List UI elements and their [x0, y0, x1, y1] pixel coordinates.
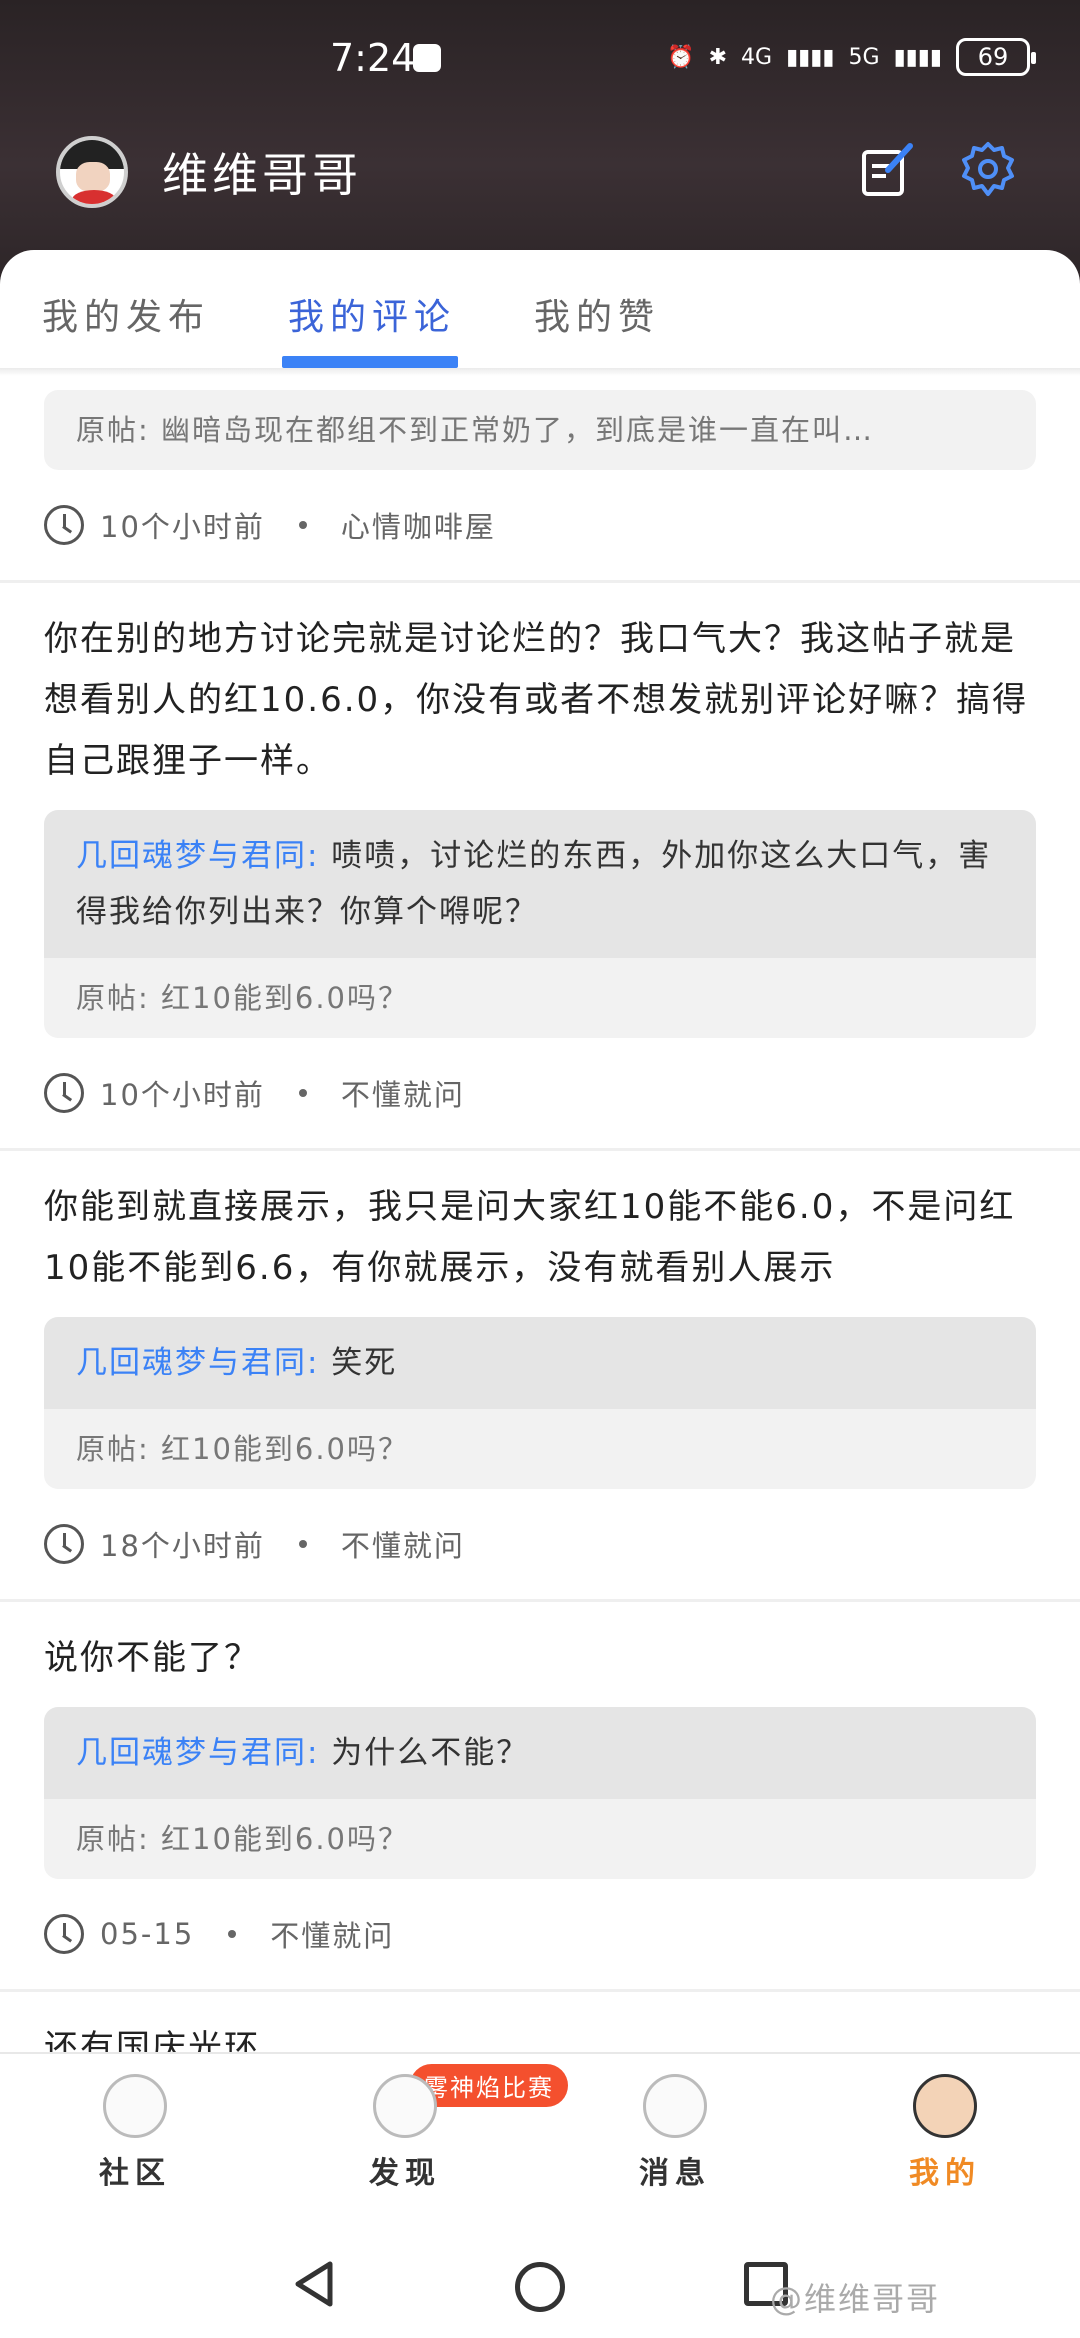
edit-icon[interactable]: [860, 142, 916, 198]
comment-item[interactable]: 你在别的地方讨论完就是讨论烂的？我口气大？我这帖子就是想看别人的红10.6.0，…: [0, 583, 1080, 1151]
discover-icon: [373, 2074, 437, 2138]
comment-meta: 10个小时前 不懂就问: [44, 1038, 1036, 1148]
alarm-icon: ⏰: [667, 44, 695, 70]
comment-meta: 05-15 不懂就问: [44, 1879, 1036, 1989]
comment-text: 你能到就直接展示，我只是问大家红10能不能6.0，不是问红10能不能到6.6，有…: [44, 1187, 1016, 1288]
signal-icon: ▮▮▮▮: [786, 44, 835, 70]
forum-name[interactable]: 不懂就问: [341, 1523, 465, 1565]
status-bar: 7:24 ⏰ ✱ 4G ▮▮▮▮ 5G ▮▮▮▮ 69: [0, 30, 1080, 90]
bottom-nav: 社区 雾神焰比赛 发现 消息 我的: [0, 2052, 1080, 2212]
clock-icon: [44, 505, 84, 545]
network-5g: 5G: [848, 44, 880, 70]
nav-label: 社区: [99, 2156, 171, 2191]
username: 维维哥哥: [162, 148, 362, 202]
separator-dot: [298, 1089, 307, 1097]
notification-icon: [413, 44, 441, 72]
comment-item[interactable]: 原帖: 幽暗岛现在都组不到正常奶了，到底是谁一直在叫… 10个小时前 心情咖啡屋: [0, 390, 1080, 583]
reply-ref[interactable]: 几回魂梦与君同: 啧啧，讨论烂的东西，外加你这么大口气，害得我给你列出来？你算个…: [44, 810, 1036, 958]
tab-my-likes[interactable]: 我的赞: [534, 250, 660, 370]
forum-name[interactable]: 心情咖啡屋: [341, 504, 496, 546]
messages-icon: [643, 2074, 707, 2138]
separator-dot: [298, 1540, 307, 1548]
comment-quote[interactable]: 几回魂梦与君同: 为什么不能？ 原帖: 红10能到6.0吗？: [44, 1707, 1036, 1879]
network-4g: 4G: [741, 44, 773, 70]
battery-level: 69: [977, 43, 1009, 71]
reply-ref[interactable]: 几回魂梦与君同: 为什么不能？: [44, 1707, 1036, 1799]
comment-meta: 18个小时前 不懂就问: [44, 1489, 1036, 1599]
comment-text: 你在别的地方讨论完就是讨论烂的？我口气大？我这帖子就是想看别人的红10.6.0，…: [44, 619, 1029, 781]
clock-icon: [44, 1073, 84, 1113]
nav-label: 发现: [369, 2156, 441, 2191]
back-icon[interactable]: [292, 2260, 336, 2308]
avatar[interactable]: [56, 136, 128, 208]
separator-dot: [228, 1930, 237, 1938]
nav-community[interactable]: 社区: [0, 2054, 270, 2212]
signal-icon-2: ▮▮▮▮: [893, 44, 942, 70]
status-time: 7:24: [330, 36, 416, 80]
comment-text: 说你不能了？: [44, 1638, 260, 1678]
reply-text: 为什么不能？: [319, 1735, 530, 1771]
comment-time: 05-15: [100, 1917, 195, 1951]
reply-text: 笑死: [319, 1345, 398, 1381]
separator-dot: [298, 521, 307, 529]
comment-time: 10个小时前: [100, 510, 265, 544]
community-icon: [103, 2074, 167, 2138]
tab-my-posts[interactable]: 我的发布: [42, 250, 210, 370]
comment-quote[interactable]: 几回魂梦与君同: 啧啧，讨论烂的东西，外加你这么大口气，害得我给你列出来？你算个…: [44, 810, 1036, 1038]
profile-info[interactable]: 维维哥哥: [56, 136, 362, 208]
comment-item[interactable]: 还有国庆光环: [0, 1992, 1080, 2052]
reply-author[interactable]: 几回魂梦与君同:: [76, 838, 319, 874]
nav-messages[interactable]: 消息: [540, 2054, 810, 2212]
nav-label: 我的: [909, 2156, 981, 2191]
comment-text: 还有国庆光环: [44, 2028, 260, 2052]
nav-discover[interactable]: 雾神焰比赛 发现: [270, 2054, 568, 2212]
tab-bar: 我的发布 我的评论 我的赞: [0, 250, 1080, 370]
comment-feed[interactable]: 原帖: 幽暗岛现在都组不到正常奶了，到底是谁一直在叫… 10个小时前 心情咖啡屋…: [0, 372, 1080, 2052]
comment-item[interactable]: 你能到就直接展示，我只是问大家红10能不能6.0，不是问红10能不能到6.6，有…: [0, 1151, 1080, 1602]
original-post-ref[interactable]: 原帖: 红10能到6.0吗？: [44, 1409, 1036, 1489]
watermark: @维维哥哥: [770, 2280, 941, 2318]
comment-quote[interactable]: 几回魂梦与君同: 笑死 原帖: 红10能到6.0吗？: [44, 1317, 1036, 1489]
forum-name[interactable]: 不懂就问: [270, 1913, 394, 1955]
bluetooth-icon: ✱: [708, 44, 728, 70]
gear-icon[interactable]: [958, 140, 1018, 200]
reply-ref[interactable]: 几回魂梦与君同: 笑死: [44, 1317, 1036, 1409]
comment-meta: 10个小时前 心情咖啡屋: [44, 470, 1036, 580]
comment-item[interactable]: 说你不能了？ 几回魂梦与君同: 为什么不能？ 原帖: 红10能到6.0吗？ 05…: [0, 1602, 1080, 1992]
reply-author[interactable]: 几回魂梦与君同:: [76, 1345, 319, 1381]
reply-author[interactable]: 几回魂梦与君同:: [76, 1735, 319, 1771]
tab-my-comments[interactable]: 我的评论: [282, 250, 459, 370]
me-icon: [913, 2074, 977, 2138]
nav-label: 消息: [639, 2156, 711, 2191]
comment-time: 10个小时前: [100, 1078, 265, 1112]
comment-time: 18个小时前: [100, 1529, 265, 1563]
original-post-ref[interactable]: 原帖: 幽暗岛现在都组不到正常奶了，到底是谁一直在叫…: [44, 390, 1036, 470]
comment-quote[interactable]: 原帖: 幽暗岛现在都组不到正常奶了，到底是谁一直在叫…: [44, 390, 1036, 470]
nav-me[interactable]: 我的: [810, 2054, 1080, 2212]
system-nav-bar: @维维哥哥: [0, 2212, 1080, 2338]
clock-icon: [44, 1914, 84, 1954]
original-post-ref[interactable]: 原帖: 红10能到6.0吗？: [44, 958, 1036, 1038]
forum-name[interactable]: 不懂就问: [341, 1072, 465, 1114]
original-post-ref[interactable]: 原帖: 红10能到6.0吗？: [44, 1799, 1036, 1879]
battery-icon: 69: [956, 38, 1036, 76]
clock-icon: [44, 1524, 84, 1564]
home-icon[interactable]: [515, 2262, 565, 2312]
status-indicators: ⏰ ✱ 4G ▮▮▮▮ 5G ▮▮▮▮ 69: [667, 38, 1036, 76]
